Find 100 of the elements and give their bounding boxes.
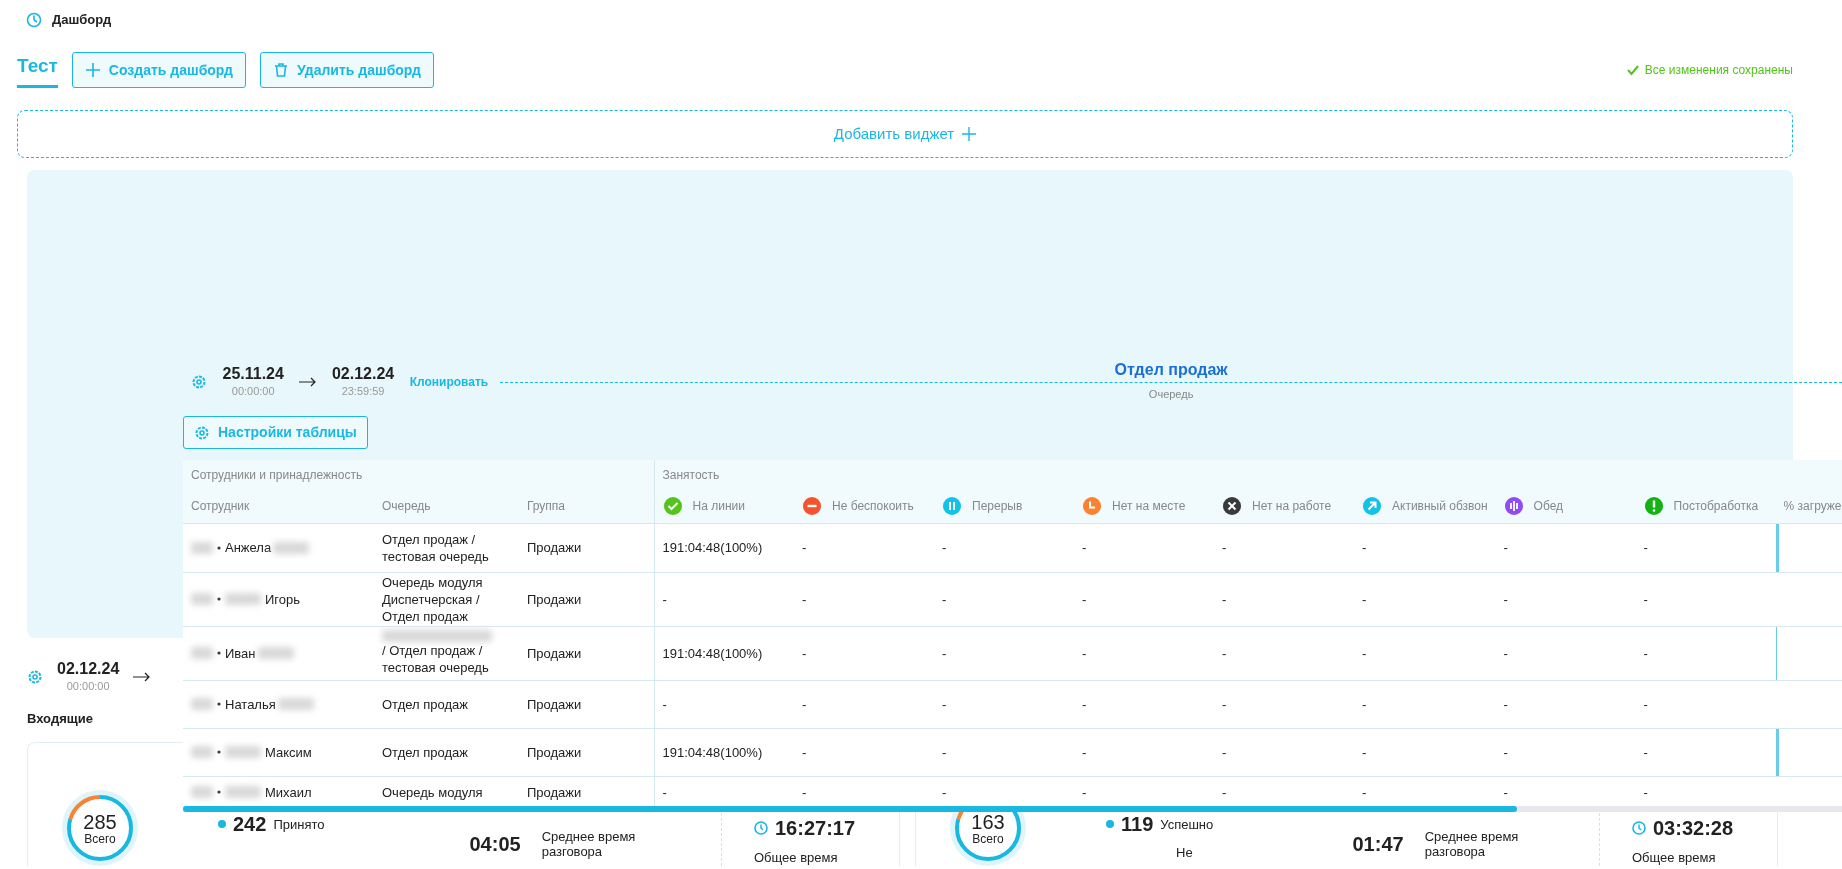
arrow-icon <box>299 376 317 388</box>
count-label: Не <box>1176 845 1194 860</box>
settings-icon <box>191 374 207 390</box>
column-header: Обед <box>1533 498 1564 516</box>
widget-title: Отдел продаж <box>1113 361 1229 380</box>
status-time: - <box>1082 540 1087 555</box>
count: 119 <box>1121 812 1154 837</box>
status-time: - <box>1643 540 1648 555</box>
time: 00:00:00 <box>65 679 111 694</box>
column-header: Нет на работе <box>1252 498 1332 516</box>
status-time: - <box>1222 744 1227 760</box>
redacted-text <box>273 541 310 554</box>
average-label: Среднее время разговора <box>1424 828 1520 859</box>
queue-name: Отдел продаж <box>382 695 469 713</box>
section-title: Входящие <box>27 709 94 728</box>
redacted-text <box>191 647 213 659</box>
column-header: Активный обзвон <box>1392 498 1488 516</box>
total-time: 16:27:17 <box>775 816 856 841</box>
group-name: Продажи <box>527 645 582 661</box>
plus-icon <box>84 62 101 78</box>
dashboard-tab[interactable]: Тест <box>17 52 58 88</box>
column-header: Не беспокоить <box>832 498 914 516</box>
dot-icon <box>1106 820 1114 828</box>
bullet-icon <box>217 651 221 655</box>
count-label: Принято <box>273 816 325 832</box>
redacted-text <box>225 746 261 758</box>
status-time: - <box>1222 645 1227 661</box>
clock-icon <box>1632 821 1646 835</box>
group-name: Продажи <box>527 591 582 607</box>
group-header: Занятость <box>662 468 720 482</box>
redacted-text <box>191 746 213 758</box>
status-time: - <box>1362 696 1367 712</box>
table-settings-button[interactable]: Настройки таблицы <box>183 416 368 449</box>
redacted-text <box>225 786 261 799</box>
status-time: - <box>802 540 807 555</box>
status-time: - <box>1643 784 1648 800</box>
date: 25.11.24 <box>222 364 284 383</box>
employee-name: Игорь <box>265 590 301 608</box>
column-header: На линии <box>692 498 745 516</box>
status-time: 191:04:48(100%) <box>662 540 763 555</box>
status-time: - <box>1082 784 1087 800</box>
status-time: - <box>1082 696 1087 712</box>
status-time: - <box>942 744 947 760</box>
delete-dashboard-button[interactable]: Удалить дашборд <box>259 52 434 88</box>
dot-icon <box>218 820 226 828</box>
status-time: - <box>942 784 947 800</box>
queue-name: Отдел продаж / тестовая очередь <box>382 530 490 565</box>
column-header: Очередь <box>382 499 431 514</box>
clone-link[interactable]: Клонировать <box>409 373 489 391</box>
status-time: - <box>942 591 947 607</box>
count: 242 <box>233 812 267 837</box>
status-time: - <box>1503 591 1508 607</box>
queue-name: / Отдел продаж / тестовая очередь <box>382 642 490 676</box>
settings-icon <box>27 669 43 686</box>
status-time: - <box>1643 744 1648 760</box>
status-time: - <box>1362 744 1367 760</box>
status-time: - <box>942 645 947 661</box>
column-header: Нет на месте <box>1112 498 1186 516</box>
date: 02.12.24 <box>57 660 120 678</box>
total-count: 163 <box>971 812 1005 833</box>
status-time: - <box>1643 645 1648 661</box>
scrollbar[interactable] <box>183 806 1842 812</box>
status-time: - <box>1082 744 1087 760</box>
trash-icon <box>272 62 289 78</box>
average-time: 04:05 <box>469 831 521 857</box>
status-time: - <box>942 540 947 555</box>
save-status: Все изменения сохранены <box>1644 62 1793 79</box>
date: 02.12.24 <box>331 364 395 383</box>
status-time: - <box>1362 645 1367 661</box>
total-time-label: Общее время <box>754 850 839 865</box>
create-dashboard-button[interactable]: Создать дашборд <box>71 52 246 88</box>
status-time: - <box>1362 540 1367 555</box>
status-time: - <box>802 784 807 800</box>
redacted-text <box>257 647 294 659</box>
group-name: Продажи <box>527 784 582 800</box>
average-label: Среднее время разговора <box>541 828 637 859</box>
queue-name: Очередь модуля <box>382 783 484 801</box>
column-header: % загруже <box>1783 499 1842 514</box>
status-time: - <box>1222 784 1227 800</box>
bullet-icon <box>217 545 221 550</box>
plus-icon <box>962 127 977 141</box>
column-header: Перерыв <box>972 498 1023 516</box>
total-time: 03:32:28 <box>1653 816 1734 841</box>
redacted-text <box>191 541 213 554</box>
redacted-text <box>277 698 314 710</box>
status-time: - <box>1362 591 1367 607</box>
employee-name: Анжела <box>225 539 272 556</box>
status-time: - <box>802 591 807 607</box>
status-time: - <box>1503 784 1508 800</box>
status-time: - <box>662 591 667 607</box>
add-widget-button[interactable]: Добавить виджет <box>17 110 1793 158</box>
status-time: - <box>1503 744 1508 760</box>
status-time: - <box>942 696 947 712</box>
arrow-icon <box>133 671 151 684</box>
status-time: 191:04:48(100%) <box>662 645 763 661</box>
status-time: - <box>1503 696 1508 712</box>
average-time: 01:47 <box>1352 831 1404 857</box>
queue-name: Очередь модуля Диспетчерская / Отдел продаж <box>382 573 484 625</box>
status-time: - <box>1082 645 1087 661</box>
status-time: 191:04:48(100%) <box>662 744 763 760</box>
